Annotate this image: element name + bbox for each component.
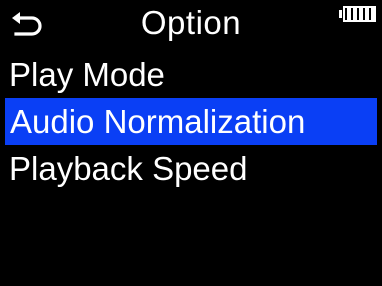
- menu-item-label: Audio Normalization: [10, 103, 306, 140]
- device-screen: Option Play Mode Audio Normalization Pla…: [0, 0, 382, 286]
- menu-item-playback-speed[interactable]: Playback Speed: [0, 146, 382, 191]
- menu-item-play-mode[interactable]: Play Mode: [0, 52, 382, 97]
- battery-icon: [339, 6, 376, 22]
- menu-item-audio-normalization[interactable]: Audio Normalization: [5, 98, 377, 145]
- option-menu: Play Mode Audio Normalization Playback S…: [0, 52, 382, 193]
- menu-item-label: Play Mode: [9, 56, 165, 93]
- menu-item-label: Playback Speed: [9, 150, 248, 187]
- header-bar: Option: [0, 0, 382, 50]
- page-title: Option: [140, 4, 242, 41]
